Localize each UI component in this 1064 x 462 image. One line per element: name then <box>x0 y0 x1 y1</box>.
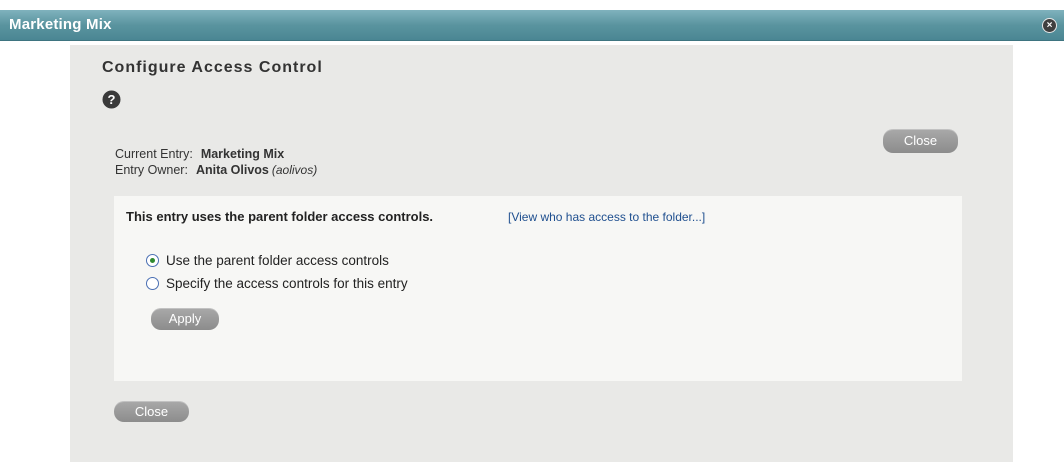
radio-option-specify[interactable]: Specify the access controls for this ent… <box>146 276 408 291</box>
entry-owner-row: Entry Owner: Anita Olivos (aolivos) <box>115 162 317 178</box>
access-panel: This entry uses the parent folder access… <box>114 196 962 381</box>
close-button-top[interactable]: Close <box>883 129 958 153</box>
radio-label-parent: Use the parent folder access controls <box>166 253 389 268</box>
entry-owner-label: Entry Owner: <box>115 163 188 177</box>
dialog-title: Configure Access Control <box>102 59 323 76</box>
apply-button[interactable]: Apply <box>151 308 219 330</box>
radio-button-specify[interactable] <box>146 277 159 290</box>
access-panel-heading: This entry uses the parent folder access… <box>126 209 434 224</box>
access-control-dialog: Configure Access Control ? Close Current… <box>70 45 1013 462</box>
current-entry-value: Marketing Mix <box>200 147 285 161</box>
entry-owner-id: (aolivos) <box>271 163 318 177</box>
view-access-link[interactable]: [View who has access to the folder...] <box>508 210 705 224</box>
svg-text:?: ? <box>108 92 116 107</box>
window-close-icon[interactable]: × <box>1042 18 1057 33</box>
current-entry-row: Current Entry: Marketing Mix <box>115 146 317 162</box>
entry-owner-name: Anita Olivos <box>195 163 269 177</box>
window-titlebar: Marketing Mix × <box>0 10 1064 41</box>
question-circle-icon[interactable]: ? <box>102 90 121 109</box>
window-title: Marketing Mix <box>9 16 112 33</box>
radio-option-parent[interactable]: Use the parent folder access controls <box>146 253 389 268</box>
entry-info: Current Entry: Marketing Mix Entry Owner:… <box>115 146 317 178</box>
radio-label-specify: Specify the access controls for this ent… <box>166 276 408 291</box>
radio-button-parent[interactable] <box>146 254 159 267</box>
current-entry-label: Current Entry: <box>115 147 193 161</box>
close-button-bottom[interactable]: Close <box>114 401 189 422</box>
